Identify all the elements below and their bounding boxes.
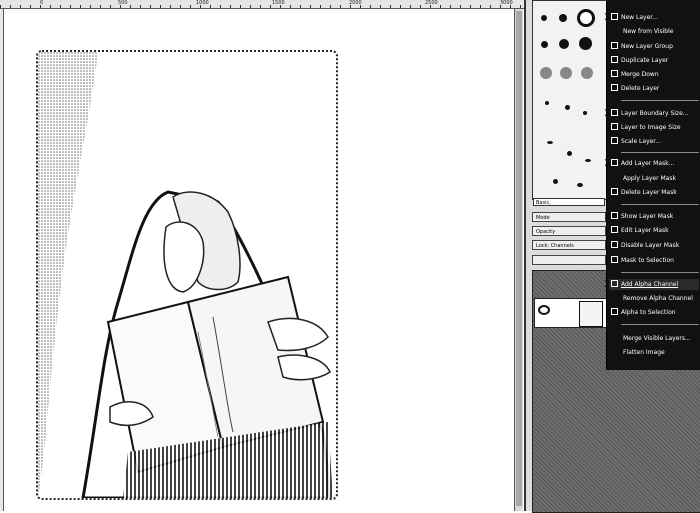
layer-thumbnail[interactable]	[579, 301, 603, 327]
menu-item-mask-to-selection[interactable]: Mask to Selection	[609, 255, 699, 266]
layer-group-icon	[611, 42, 618, 49]
lock-label: Lock:	[536, 243, 550, 249]
ruler-mark: 2000	[349, 0, 362, 6]
menu-item-layer-boundary-size[interactable]: Layer Boundary Size...	[609, 108, 699, 119]
alpha-selection-icon	[611, 308, 618, 315]
menu-item-new-layer[interactable]: New Layer...	[609, 12, 699, 23]
canvas-scrollbar[interactable]	[514, 9, 523, 511]
layer-context-menu: New Layer... New from Visible New Layer …	[606, 0, 700, 370]
menu-separator	[621, 324, 699, 325]
to-image-size-icon	[611, 123, 618, 130]
menu-item-apply-layer-mask[interactable]: Apply Layer Mask	[609, 173, 700, 184]
checkbox-icon	[611, 226, 618, 233]
ruler-mark: 3000	[500, 0, 513, 6]
menu-item-add-layer-mask[interactable]: Add Layer Mask...	[609, 158, 699, 169]
brush-preset[interactable]	[583, 111, 587, 115]
opacity-slider[interactable]: Opacity	[532, 226, 606, 236]
mode-label: Mode	[536, 215, 550, 221]
brush-preset[interactable]	[567, 151, 572, 156]
menu-item-new-layer-group[interactable]: New Layer Group	[609, 41, 699, 52]
brush-preset[interactable]	[577, 183, 583, 187]
delete-mask-icon	[611, 188, 618, 195]
menu-item-show-layer-mask[interactable]: Show Layer Mask	[609, 211, 699, 222]
brush-preset[interactable]	[560, 67, 572, 79]
eye-icon[interactable]	[538, 305, 550, 315]
menu-item-edit-layer-mask[interactable]: Edit Layer Mask	[609, 225, 699, 236]
mask-selection-icon	[611, 256, 618, 263]
add-mask-icon	[611, 159, 618, 166]
alpha-icon	[611, 280, 618, 287]
menu-item-merge-down[interactable]: Merge Down	[609, 69, 699, 80]
menu-item-add-alpha-channel[interactable]: Add Alpha Channel	[609, 279, 699, 290]
brushes-panel[interactable]	[532, 0, 608, 200]
brush-preset[interactable]	[579, 37, 592, 50]
ruler-mark: 500	[118, 0, 128, 6]
brush-preset[interactable]	[559, 14, 567, 22]
ruler-mark: 1500	[272, 0, 285, 6]
horizontal-ruler: 0 500 1000 1500 2000 2500 3000	[0, 0, 524, 9]
menu-item-remove-alpha-channel[interactable]: Remove Alpha Channel	[609, 293, 700, 304]
menu-item-layer-to-image-size[interactable]: Layer to Image Size	[609, 122, 699, 133]
brush-filter-field[interactable]: Basic,	[533, 198, 605, 206]
brush-preset[interactable]	[581, 67, 593, 79]
menu-separator	[621, 152, 699, 153]
menu-item-disable-layer-mask[interactable]: Disable Layer Mask	[609, 240, 699, 251]
scale-icon	[611, 137, 618, 144]
brush-preset[interactable]	[553, 179, 558, 184]
menu-separator	[621, 272, 699, 273]
menu-item-delete-layer-mask[interactable]: Delete Layer Mask	[609, 187, 699, 198]
scrollbar-thumb[interactable]	[516, 11, 522, 506]
opacity-label: Opacity	[536, 229, 556, 235]
channels-tab[interactable]: Channels	[551, 243, 574, 249]
menu-item-alpha-to-selection[interactable]: Alpha to Selection	[609, 307, 699, 318]
menu-separator	[621, 204, 699, 205]
brush-preset[interactable]	[585, 159, 591, 162]
photo-illustration	[38, 52, 333, 498]
menu-item-scale-layer[interactable]: Scale Layer...	[609, 136, 699, 147]
layer-mode-row[interactable]	[532, 255, 606, 265]
vertical-ruler	[0, 9, 4, 511]
menu-separator	[621, 100, 699, 101]
menu-item-new-from-visible[interactable]: New from Visible	[609, 26, 700, 37]
new-layer-icon	[611, 13, 618, 20]
delete-icon	[611, 84, 618, 91]
checkbox-icon	[611, 241, 618, 248]
ruler-mark: 2500	[425, 0, 438, 6]
menu-item-flatten-image[interactable]: Flatten Image	[609, 347, 700, 358]
duplicate-icon	[611, 56, 618, 63]
menu-item-duplicate-layer[interactable]: Duplicate Layer	[609, 55, 699, 66]
checkbox-icon	[611, 212, 618, 219]
brush-preset[interactable]	[541, 41, 548, 48]
brush-preset[interactable]	[547, 141, 553, 144]
ruler-mark: 0	[40, 0, 44, 6]
image-canvas[interactable]	[36, 50, 338, 500]
brush-preset[interactable]	[565, 105, 570, 110]
mode-selector[interactable]: Mode	[532, 212, 606, 222]
brush-preset[interactable]	[540, 67, 552, 79]
layer-row[interactable]	[534, 298, 608, 328]
menu-item-delete-layer[interactable]: Delete Layer	[609, 83, 699, 94]
ruler-mark: 1000	[196, 0, 209, 6]
boundary-icon	[611, 109, 618, 116]
brush-preset[interactable]	[541, 15, 547, 21]
brush-preset[interactable]	[545, 101, 549, 105]
brush-preset[interactable]	[559, 39, 569, 49]
lock-row[interactable]: Lock: Channels	[532, 240, 606, 250]
menu-item-merge-visible-layers[interactable]: Merge Visible Layers...	[609, 333, 700, 344]
merge-down-icon	[611, 70, 618, 77]
brush-preset[interactable]	[577, 9, 595, 27]
